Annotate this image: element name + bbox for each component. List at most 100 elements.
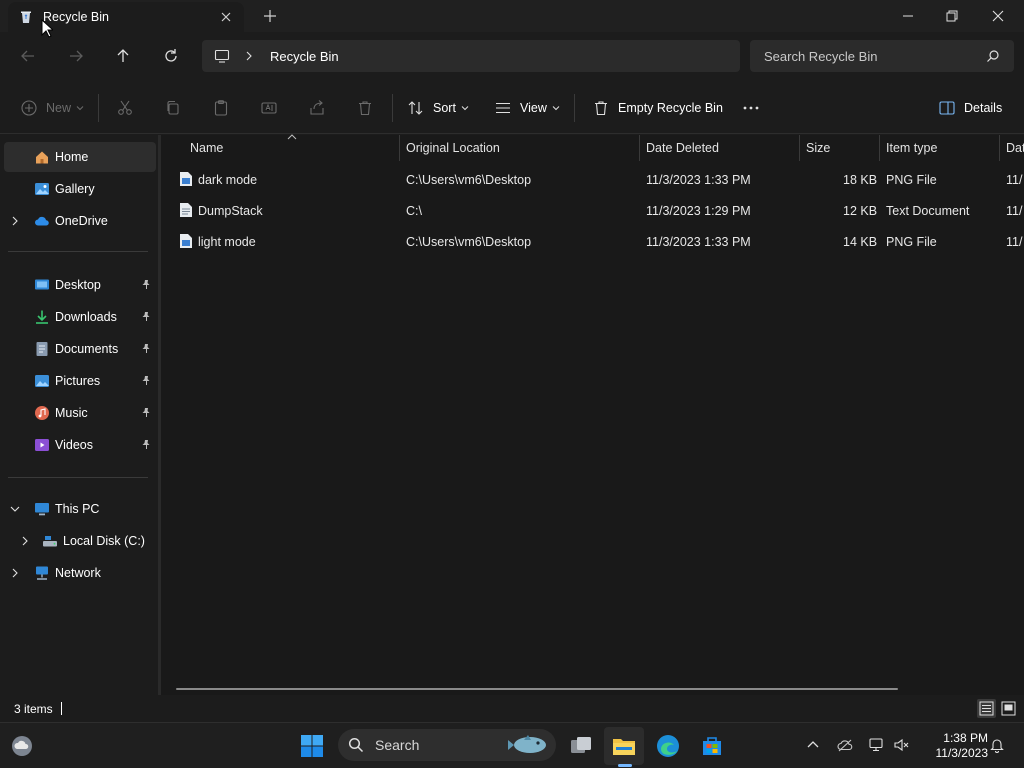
microsoft-store-icon[interactable] bbox=[700, 734, 724, 758]
sidebar-item-videos[interactable]: Videos bbox=[4, 430, 156, 460]
navigation-bar: Recycle Bin Search Recycle Bin bbox=[0, 32, 1024, 80]
sort-button[interactable]: Sort bbox=[407, 98, 469, 118]
more-dots-icon bbox=[743, 106, 759, 110]
sidebar-item-label: Pictures bbox=[55, 374, 101, 388]
documents-icon bbox=[36, 342, 48, 356]
search-input[interactable]: Search Recycle Bin bbox=[750, 40, 1014, 72]
rename-button[interactable] bbox=[260, 98, 278, 118]
share-button[interactable] bbox=[308, 98, 326, 118]
windows-start-icon[interactable] bbox=[300, 734, 324, 758]
search-icon[interactable] bbox=[986, 49, 1000, 63]
sidebar-item-local-disk[interactable]: Local Disk (C:) bbox=[4, 526, 156, 556]
column-divider[interactable] bbox=[639, 135, 640, 161]
system-clock[interactable]: 1:38 PM 11/3/2023 bbox=[916, 731, 989, 761]
horizontal-scrollbar[interactable] bbox=[176, 688, 898, 690]
text-file-icon bbox=[180, 203, 192, 217]
chevron-right-icon[interactable] bbox=[20, 536, 30, 546]
navigation-pane: Home Gallery OneDrive Desktop Downloads … bbox=[0, 135, 158, 695]
file-location: C:\Users\vm6\Desktop bbox=[406, 235, 532, 249]
pin-icon[interactable] bbox=[141, 375, 152, 386]
close-window-icon[interactable] bbox=[988, 6, 1008, 26]
sidebar-item-desktop[interactable]: Desktop bbox=[4, 270, 156, 300]
speaker-muted-icon[interactable] bbox=[893, 737, 909, 753]
details-pane-icon bbox=[939, 101, 955, 115]
taskbar-search[interactable]: Search bbox=[338, 729, 556, 761]
sidebar-item-onedrive[interactable]: OneDrive bbox=[4, 206, 156, 236]
network-icon bbox=[36, 566, 48, 580]
column-divider[interactable] bbox=[879, 135, 880, 161]
column-divider[interactable] bbox=[799, 135, 800, 161]
new-label: New bbox=[46, 101, 72, 115]
sidebar-item-documents[interactable]: Documents bbox=[4, 334, 156, 364]
column-header-original-location[interactable]: Original Location bbox=[406, 135, 500, 161]
minimize-icon[interactable] bbox=[898, 6, 918, 26]
sidebar-item-label: Desktop bbox=[55, 278, 101, 292]
column-header-date-modified[interactable]: Dat bbox=[1006, 135, 1024, 161]
view-button[interactable]: View bbox=[494, 98, 560, 118]
file-size: 12 KB bbox=[843, 204, 878, 218]
pin-icon[interactable] bbox=[141, 439, 152, 450]
sidebar-item-gallery[interactable]: Gallery bbox=[4, 174, 156, 204]
mouse-cursor-icon bbox=[41, 19, 53, 38]
table-row[interactable]: light mode C:\Users\vm6\Desktop 11/3/202… bbox=[171, 227, 1024, 257]
forward-arrow-icon[interactable] bbox=[66, 46, 86, 66]
thumbnail-view-icon[interactable] bbox=[999, 699, 1018, 718]
empty-recycle-bin-button[interactable]: Empty Recycle Bin bbox=[592, 98, 723, 118]
sidebar-item-music[interactable]: Music bbox=[4, 398, 156, 428]
file-date-modified: 11/ bbox=[1006, 173, 1023, 187]
paste-button[interactable] bbox=[212, 98, 230, 118]
chevron-up-icon[interactable] bbox=[805, 737, 821, 753]
pin-icon[interactable] bbox=[141, 311, 152, 322]
cut-button[interactable] bbox=[116, 98, 134, 118]
address-bar[interactable]: Recycle Bin bbox=[202, 40, 740, 72]
restore-icon[interactable] bbox=[942, 6, 962, 26]
details-view-icon[interactable] bbox=[977, 699, 996, 718]
chevron-right-icon[interactable] bbox=[244, 51, 254, 61]
copy-button[interactable] bbox=[164, 98, 182, 118]
table-row[interactable]: DumpStack C:\ 11/3/2023 1:29 PM 12 KB Te… bbox=[171, 196, 1024, 226]
pin-icon[interactable] bbox=[141, 279, 152, 290]
network-icon[interactable] bbox=[869, 737, 885, 753]
computer-icon bbox=[214, 49, 230, 63]
sidebar-item-this-pc[interactable]: This PC bbox=[4, 494, 156, 524]
sidebar-item-home[interactable]: Home bbox=[4, 142, 156, 172]
refresh-icon[interactable] bbox=[161, 46, 181, 66]
sidebar-divider bbox=[8, 477, 148, 478]
new-tab-icon[interactable] bbox=[262, 8, 278, 24]
details-button[interactable]: Details bbox=[938, 98, 1002, 118]
pin-icon[interactable] bbox=[141, 407, 152, 418]
onedrive-cloud-icon[interactable] bbox=[837, 737, 853, 753]
home-icon bbox=[36, 151, 48, 164]
sidebar-item-label: Gallery bbox=[55, 182, 95, 196]
delete-button[interactable] bbox=[356, 98, 374, 118]
more-options-button[interactable] bbox=[742, 98, 760, 118]
column-header-name[interactable]: Name bbox=[190, 135, 223, 161]
task-view-icon[interactable] bbox=[569, 734, 593, 758]
column-header-item-type[interactable]: Item type bbox=[886, 135, 937, 161]
videos-icon bbox=[35, 439, 49, 451]
file-date-deleted: 11/3/2023 1:29 PM bbox=[646, 204, 751, 218]
table-row[interactable]: dark mode C:\Users\vm6\Desktop 11/3/2023… bbox=[171, 165, 1024, 195]
sidebar-item-pictures[interactable]: Pictures bbox=[4, 366, 156, 396]
sidebar-item-label: Documents bbox=[55, 342, 119, 356]
column-header-date-deleted[interactable]: Date Deleted bbox=[646, 135, 719, 161]
notification-bell-icon[interactable] bbox=[989, 737, 1005, 753]
up-arrow-icon[interactable] bbox=[113, 46, 133, 66]
edge-browser-icon[interactable] bbox=[656, 734, 680, 758]
chevron-right-icon[interactable] bbox=[10, 216, 20, 226]
new-button[interactable]: New bbox=[20, 98, 84, 118]
weather-cloud-icon[interactable] bbox=[10, 734, 34, 758]
column-divider[interactable] bbox=[999, 135, 1000, 161]
sidebar-item-network[interactable]: Network bbox=[4, 558, 156, 588]
close-tab-icon[interactable] bbox=[218, 9, 234, 25]
sidebar-item-downloads[interactable]: Downloads bbox=[4, 302, 156, 332]
chevron-down-icon[interactable] bbox=[10, 504, 20, 514]
breadcrumb[interactable]: Recycle Bin bbox=[270, 49, 339, 64]
pin-icon[interactable] bbox=[141, 343, 152, 354]
back-arrow-icon[interactable] bbox=[18, 46, 38, 66]
column-divider[interactable] bbox=[399, 135, 400, 161]
file-explorer-icon[interactable] bbox=[612, 734, 636, 758]
divider bbox=[392, 94, 393, 122]
column-header-size[interactable]: Size bbox=[806, 135, 830, 161]
chevron-right-icon[interactable] bbox=[10, 568, 20, 578]
